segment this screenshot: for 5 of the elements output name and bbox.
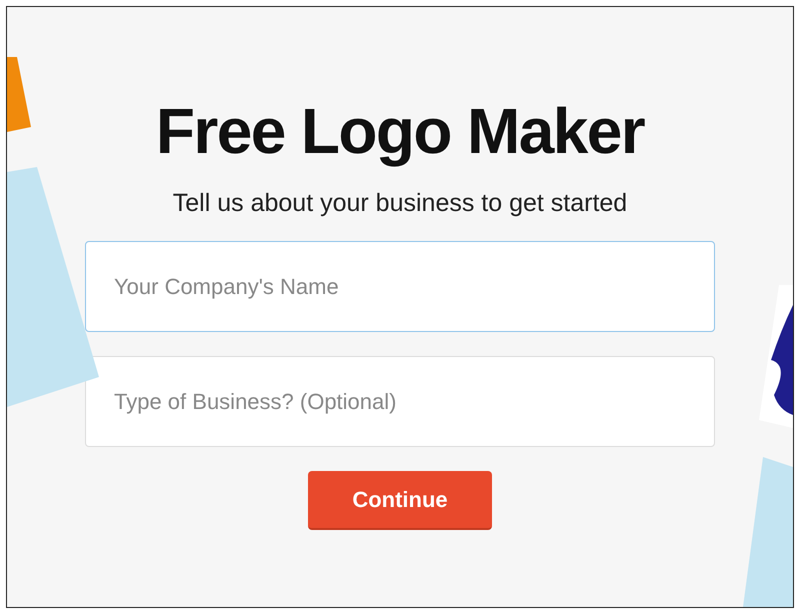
input-field[interactable]: Your Company's Name xyxy=(85,241,715,332)
input-field[interactable]: Type of Business? (Optional) xyxy=(85,356,715,447)
subtitle: Tell us about your business to get started xyxy=(172,188,628,219)
page-title: Free Logo Maker xyxy=(156,94,644,169)
continue-button[interactable]: Continue xyxy=(308,471,492,530)
